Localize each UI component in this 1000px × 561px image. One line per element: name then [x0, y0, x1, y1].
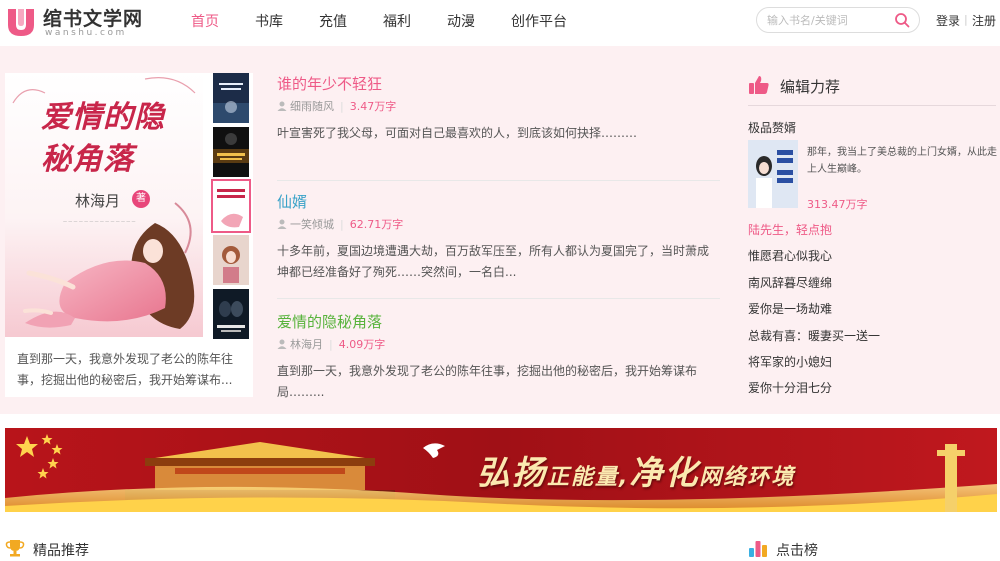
- list-item[interactable]: 爱你十分泪七分: [748, 380, 996, 406]
- author-icon: [277, 219, 287, 229]
- author-icon: [277, 339, 287, 349]
- banner-text-part: 正能量,: [547, 465, 630, 490]
- book-entry: 谁的年少不轻狂 细雨随风 | 3.47万字 叶宣害死了我父母，可面对自己最喜欢的人，…: [277, 73, 720, 140]
- cover-thumbnail-selected[interactable]: [211, 179, 251, 233]
- nav-author-platform[interactable]: 创作平台: [493, 0, 585, 44]
- promo-banner[interactable]: 弘扬正能量,净化网络环境: [5, 428, 997, 512]
- register-link[interactable]: 注册: [972, 12, 996, 29]
- search-box: [756, 7, 920, 33]
- logo-mark-icon: [8, 9, 34, 36]
- book-word-count: 62.71万字: [349, 218, 404, 231]
- svg-text:— — — — — — — — — — — — — —: — — — — — — — — — — — — — —: [63, 219, 136, 224]
- list-divider: [277, 180, 720, 181]
- thumbs-up-icon: [749, 76, 769, 94]
- banner-text-part: 弘扬: [477, 453, 547, 492]
- editor-picks-list: 陆先生，轻点抱 惟愿君心似我心 南风辞暮尽缠绵 爱你是一场劫难 总裁有喜：暖妻买…: [748, 222, 996, 407]
- editor-picks-header: 编辑力荐: [748, 72, 996, 106]
- list-item[interactable]: 总裁有喜：暖妻买一送一: [748, 328, 996, 354]
- list-divider: [277, 298, 720, 299]
- featured-cover[interactable]: — — — — — — — — — — — — — — 爱情的隐秘角落 林海月 …: [5, 73, 203, 337]
- section-header-ranking: 点击榜: [748, 536, 888, 560]
- editor-top-book-cover[interactable]: [748, 140, 798, 208]
- book-title[interactable]: 仙婿: [277, 191, 720, 212]
- book-title[interactable]: 爱情的隐秘角落: [277, 311, 720, 332]
- book-meta: 细雨随风 | 3.47万字: [277, 100, 396, 114]
- section-title: 点击榜: [776, 543, 818, 559]
- book-title[interactable]: 谁的年少不轻狂: [277, 73, 720, 94]
- nav-recharge[interactable]: 充值: [301, 0, 365, 44]
- book-word-count: 4.09万字: [338, 338, 386, 351]
- book-meta: 一笑倾城 | 62.71万字: [277, 218, 403, 232]
- section-title: 精品推荐: [33, 543, 89, 559]
- nav-welfare[interactable]: 福利: [365, 0, 429, 44]
- trophy-icon: [5, 540, 25, 557]
- meta-divider: |: [329, 338, 333, 351]
- logo-domain: wanshu.com: [45, 28, 127, 38]
- featured-cover-author: 林海月: [75, 192, 121, 210]
- banner-text-part: 网络环境: [699, 465, 796, 490]
- book-author[interactable]: 一笑倾城: [290, 218, 334, 231]
- book-description: 十多年前，夏国边境遭遇大劫，百万敌军压至，所有人都认为夏国完了，当时萧成坤都已经…: [277, 244, 710, 279]
- header-divider: [748, 105, 996, 106]
- site-logo[interactable]: 绾书文学网 wanshu.com: [5, 3, 145, 39]
- bar-chart-icon: [749, 541, 767, 557]
- cover-thumbnail[interactable]: [213, 289, 249, 339]
- book-entry: 仙婿 一笑倾城 | 62.71万字 十多年前，夏国边境遭遇大劫，百万敌军压至，所有人…: [277, 191, 720, 279]
- login-divider: |: [964, 13, 968, 26]
- book-meta: 林海月 | 4.09万字: [277, 338, 385, 352]
- list-item[interactable]: 爱你是一场劫难: [748, 301, 996, 327]
- search-icon[interactable]: [894, 12, 910, 28]
- cover-thumbnail[interactable]: [213, 235, 249, 285]
- search-input[interactable]: [767, 11, 887, 29]
- main-nav: 首页 书库 充值 福利 动漫 创作平台: [173, 0, 585, 44]
- banner-slogan: 弘扬正能量,净化网络环境: [477, 446, 795, 494]
- section-header-featured: 精品推荐: [5, 536, 145, 560]
- featured-book-panel: — — — — — — — — — — — — — — 爱情的隐秘角落 林海月 …: [5, 73, 253, 397]
- list-item[interactable]: 将军家的小媳妇: [748, 354, 996, 380]
- author-icon: [277, 101, 287, 111]
- editor-top-book-title[interactable]: 极品赘婿: [748, 119, 796, 136]
- meta-divider: |: [340, 218, 344, 231]
- editor-picks-title: 编辑力荐: [780, 78, 841, 96]
- nav-anime[interactable]: 动漫: [429, 0, 493, 44]
- book-word-count: 3.47万字: [349, 100, 397, 113]
- login-link[interactable]: 登录: [936, 12, 960, 29]
- book-author[interactable]: 细雨随风: [290, 100, 334, 113]
- featured-cover-tag: 著: [132, 190, 150, 208]
- nav-library[interactable]: 书库: [237, 0, 301, 44]
- top-header: 绾书文学网 wanshu.com 首页 书库 充值 福利 动漫 创作平台 登录 …: [0, 0, 1000, 46]
- editor-top-book-description: 那年，我当上了美总裁的上门女婿，从此走上人生巅峰。: [807, 147, 997, 175]
- logo-name: 绾书文学网: [43, 8, 144, 30]
- list-item[interactable]: 陆先生，轻点抱: [748, 222, 996, 248]
- meta-divider: |: [340, 100, 344, 113]
- list-item[interactable]: 南风辞暮尽缠绵: [748, 275, 996, 301]
- book-description: 直到那一天，我意外发现了老公的陈年往事，挖掘出他的秘密后，我开始筹谋布局……..…: [277, 364, 698, 399]
- book-author[interactable]: 林海月: [290, 338, 323, 351]
- book-description: 叶宣害死了我父母，可面对自己最喜欢的人，到底该如何抉择………: [277, 126, 638, 140]
- cover-thumbnail[interactable]: [213, 127, 249, 177]
- banner-text-part: 净化: [629, 453, 700, 492]
- list-item[interactable]: 惟愿君心似我心: [748, 248, 996, 274]
- cover-thumbnail[interactable]: [213, 73, 249, 123]
- nav-home[interactable]: 首页: [173, 0, 237, 44]
- featured-description: 直到那一天，我意外发现了老公的陈年往事，挖掘出他的秘密后，我开始筹谋布...: [17, 352, 234, 387]
- editor-top-book-word-count: 313.47万字: [807, 198, 868, 211]
- book-entry: 爱情的隐秘角落 林海月 | 4.09万字 直到那一天，我意外发现了老公的陈年往事，挖…: [277, 311, 720, 399]
- featured-cover-title: 爱情的隐秘角落: [41, 100, 165, 177]
